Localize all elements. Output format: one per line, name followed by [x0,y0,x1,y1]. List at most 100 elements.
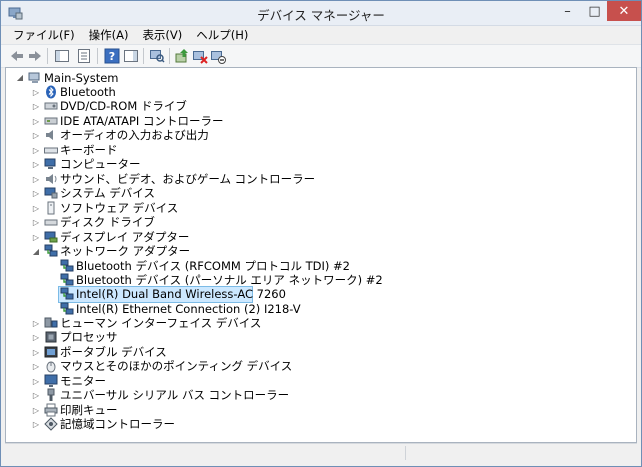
category-portable-device[interactable]: ポータブル デバイス [60,345,167,359]
storage-controller-icon [44,417,58,431]
svg-text:?: ? [109,50,115,63]
category-storage-controller[interactable]: 記憶域コントローラー [60,417,175,431]
category-bluetooth[interactable]: Bluetooth [60,85,116,99]
processor-icon [45,331,57,343]
network-adapter-icon [60,259,74,272]
properties-sheet-icon[interactable] [76,48,92,64]
category-monitor[interactable]: モニター [60,374,106,388]
close-button[interactable]: ✕ [607,1,641,21]
expand-arrow-icon[interactable]: ▷ [32,176,40,184]
device-bluetooth-pan[interactable]: Bluetooth デバイス (パーソナル エリア ネットワーク) #2 [76,273,383,287]
category-network-adapter[interactable]: ネットワーク アダプター [60,244,190,258]
device-intel-ethernet-i218v[interactable]: Intel(R) Ethernet Connection (2) I218-V [76,302,301,316]
uninstall-device-icon[interactable] [192,48,208,64]
ide-controller-icon [44,117,58,125]
console-tree-icon[interactable] [54,48,70,64]
expand-arrow-icon[interactable]: ▷ [32,349,40,357]
scan-hardware-icon[interactable] [149,48,165,64]
category-sound[interactable]: サウンド、ビデオ、およびゲーム コントローラー [60,172,315,186]
toolbar-separator [169,48,170,64]
category-system-device[interactable]: システム デバイス [60,186,155,200]
category-disk-drive[interactable]: ディスク ドライブ [60,215,155,229]
expand-arrow-icon[interactable]: ▷ [32,147,40,155]
maximize-button[interactable]: □ [581,1,608,21]
hid-icon [44,317,58,328]
menu-bar: ファイル(F) 操作(A) 表示(V) ヘルプ(H) [1,26,641,44]
category-display-adapter[interactable]: ディスプレイ アダプター [60,230,189,244]
category-audio[interactable]: オーディオの入力および出力 [60,128,209,142]
category-software-device[interactable]: ソフトウェア デバイス [60,201,178,215]
network-adapter-icon [60,302,74,315]
printer-icon [44,403,58,417]
mouse-icon [46,361,56,373]
menu-action[interactable]: 操作(A) [83,26,137,44]
toolbar-separator [143,48,144,64]
category-usb[interactable]: ユニバーサル シリアル バス コントローラー [60,388,289,402]
portable-device-icon [44,346,58,358]
help-icon[interactable]: ? [104,48,120,64]
display-adapter-icon [44,231,58,243]
toolbar-separator [47,48,48,64]
expand-arrow-icon[interactable]: ▷ [32,421,40,429]
category-hid[interactable]: ヒューマン インターフェイス デバイス [60,316,261,330]
computer-icon [44,158,56,169]
expand-arrow-icon[interactable]: ▷ [32,378,40,386]
menu-help[interactable]: ヘルプ(H) [190,26,256,44]
network-adapter-icon [44,244,58,257]
minimize-icon: – [564,3,571,19]
device-intel-wireless-ac-7260[interactable]: Intel(R) Dual Band Wireless-AC 7260 [76,287,286,301]
category-print-queue[interactable]: 印刷キュー [60,403,118,417]
speaker-icon [46,130,53,140]
device-manager-window: デバイス マネージャー – □ ✕ ファイル(F) 操作(A) 表示(V) ヘル… [0,0,642,467]
expand-arrow-icon[interactable]: ▷ [32,363,40,371]
expand-arrow-icon[interactable]: ▷ [32,205,40,213]
sound-icon [46,174,57,184]
dvd-drive-icon [44,102,58,110]
action-pane-icon[interactable] [123,48,139,64]
monitor-icon [44,374,58,387]
expand-arrow-icon[interactable]: ▷ [32,161,40,169]
expand-arrow-icon[interactable]: ▷ [32,103,40,111]
window-title: デバイス マネージャー [257,8,385,23]
category-keyboard[interactable]: キーボード [60,143,118,157]
expand-arrow-icon[interactable]: ▷ [32,407,40,415]
expand-arrow-icon[interactable]: ▷ [32,334,40,342]
collapse-arrow-icon[interactable]: ◢ [32,248,40,256]
keyboard-icon [44,147,58,154]
collapse-arrow-icon[interactable]: ◢ [16,74,24,82]
expand-arrow-icon[interactable]: ▷ [32,118,40,126]
update-driver-icon[interactable] [174,48,190,64]
status-bar [5,443,637,462]
expand-arrow-icon[interactable]: ▷ [32,320,40,328]
close-icon: ✕ [618,3,630,19]
category-ide-controller[interactable]: IDE ATA/ATAPI コントローラー [60,114,223,128]
computer-icon [28,72,40,83]
network-adapter-icon [60,287,74,300]
status-bar-divider [405,446,406,460]
tree-root-label[interactable]: Main-System [44,71,119,85]
expand-arrow-icon[interactable]: ▷ [32,219,40,227]
device-bluetooth-rfcomm[interactable]: Bluetooth デバイス (RFCOMM プロトコル TDI) #2 [76,259,350,273]
menu-file[interactable]: ファイル(F) [7,26,83,44]
toolbar: ? [1,44,641,68]
disk-drive-icon [44,219,58,226]
title-bar[interactable]: デバイス マネージャー – □ ✕ [1,1,641,26]
maximize-icon: □ [588,3,601,19]
minimize-button[interactable]: – [554,1,581,21]
back-icon[interactable] [9,48,25,64]
category-dvd-drive[interactable]: DVD/CD-ROM ドライブ [60,99,187,113]
category-computer[interactable]: コンピューター [60,157,141,171]
category-mouse[interactable]: マウスとそのほかのポインティング デバイス [60,359,292,373]
expand-arrow-icon[interactable]: ▷ [32,190,40,198]
software-device-icon [47,201,55,215]
menu-view[interactable]: 表示(V) [136,26,190,44]
disable-device-icon[interactable] [210,48,226,64]
device-tree[interactable]: ◢ Main-System ▷ Bluetooth ▷ DVD/CD-ROM ド… [5,67,637,443]
forward-icon[interactable] [27,48,43,64]
expand-arrow-icon[interactable]: ▷ [32,89,40,97]
expand-arrow-icon[interactable]: ▷ [32,132,40,140]
expand-arrow-icon[interactable]: ▷ [32,392,40,400]
system-device-icon [44,187,58,199]
expand-arrow-icon[interactable]: ▷ [32,234,40,242]
category-processor[interactable]: プロセッサ [60,330,118,344]
